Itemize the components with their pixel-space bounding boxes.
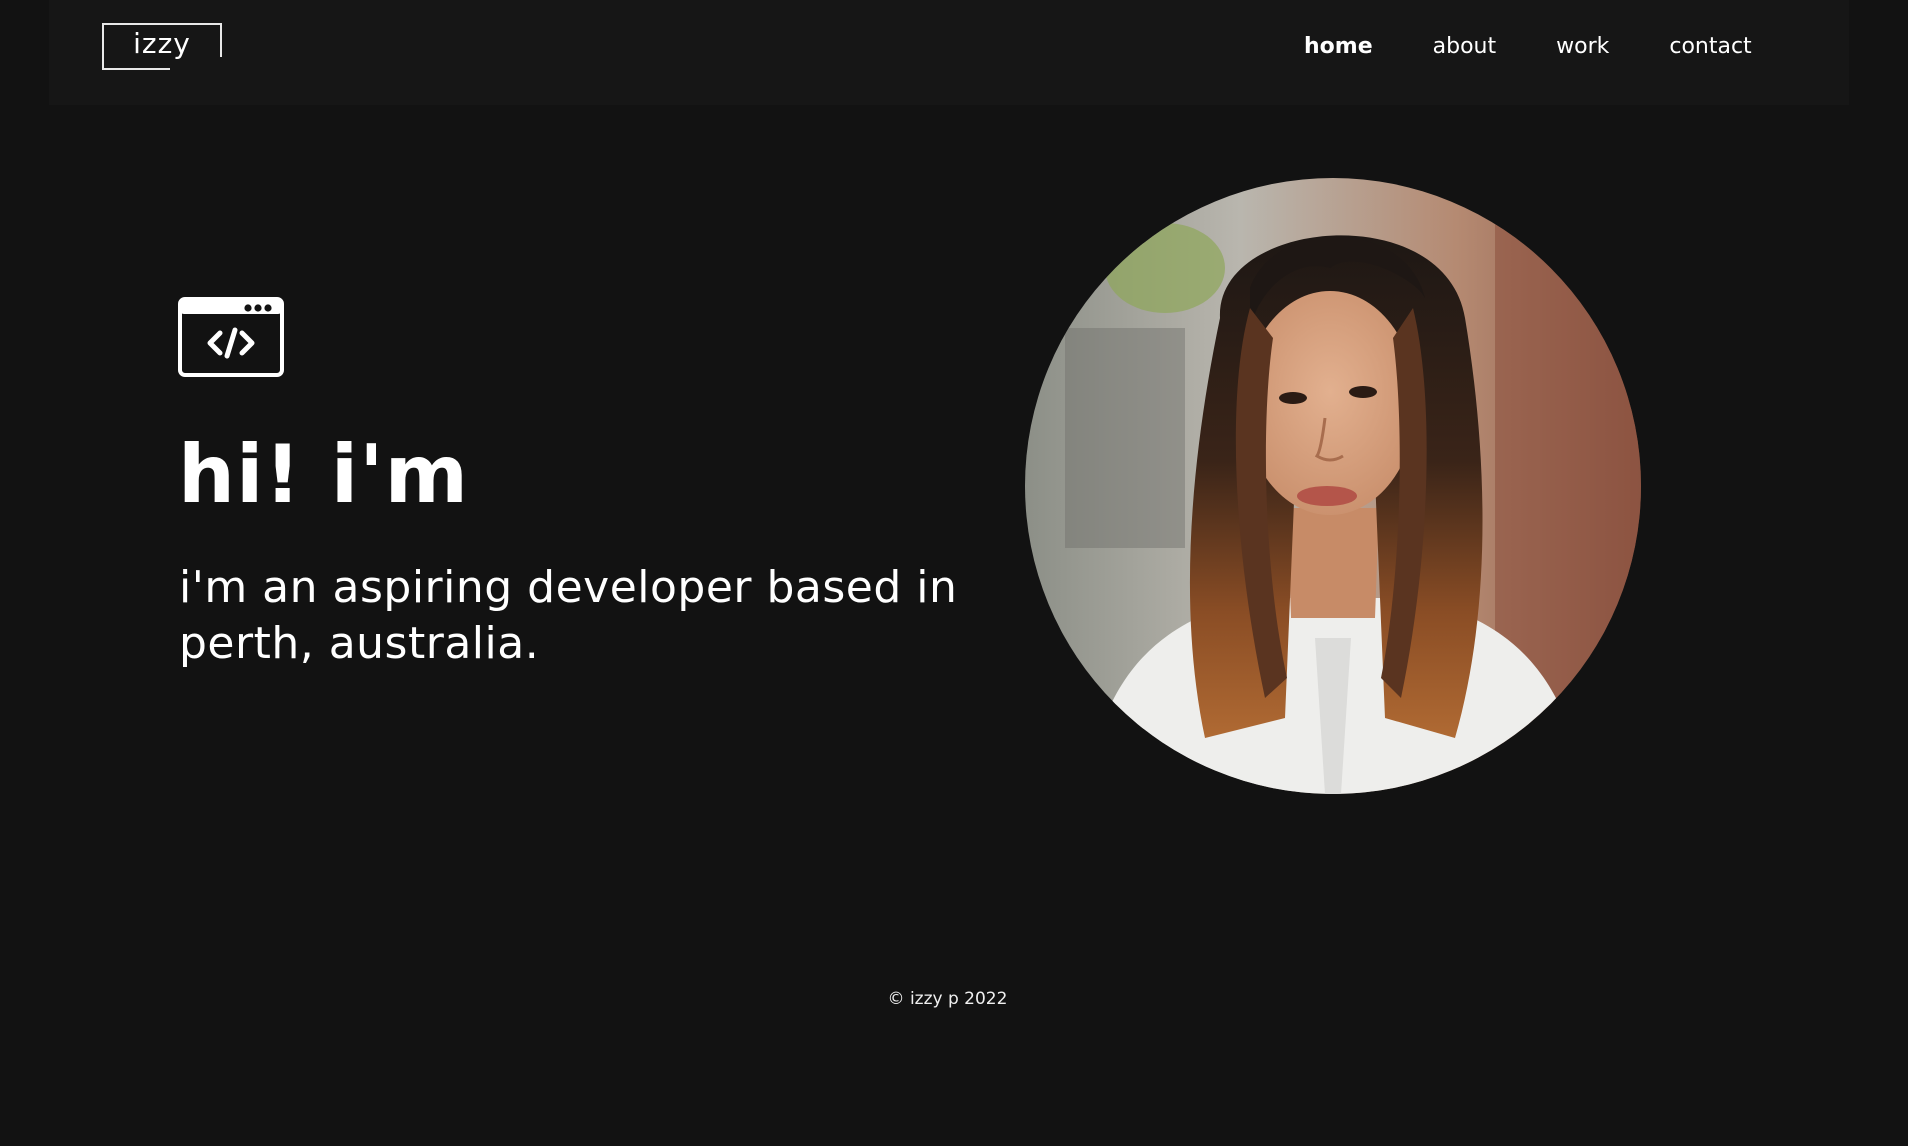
nav-about[interactable]: about	[1433, 30, 1496, 64]
nav-work[interactable]: work	[1556, 30, 1609, 64]
site-footer: © izzy p 2022	[0, 988, 1895, 1010]
nav-home[interactable]: home	[1304, 30, 1373, 64]
logo-text: izzy	[133, 27, 191, 60]
copyright-text: © izzy p 2022	[887, 989, 1008, 1009]
hero-subtitle: i'm an aspiring developer based in perth…	[179, 562, 958, 669]
nav-contact[interactable]: contact	[1669, 30, 1751, 64]
site-header: izzy home about work contact	[49, 0, 1849, 105]
code-window-icon	[178, 297, 284, 377]
logo-frame-bottom	[102, 68, 170, 70]
main-nav: home about work contact	[1304, 30, 1812, 64]
page: izzy home about work contact hi! i'm i'm…	[0, 0, 1908, 1146]
hero-title: hi! i'm	[178, 428, 469, 521]
profile-photo-graphic	[1025, 178, 1641, 794]
logo-link[interactable]: izzy	[102, 23, 224, 70]
profile-photo	[1025, 178, 1641, 794]
